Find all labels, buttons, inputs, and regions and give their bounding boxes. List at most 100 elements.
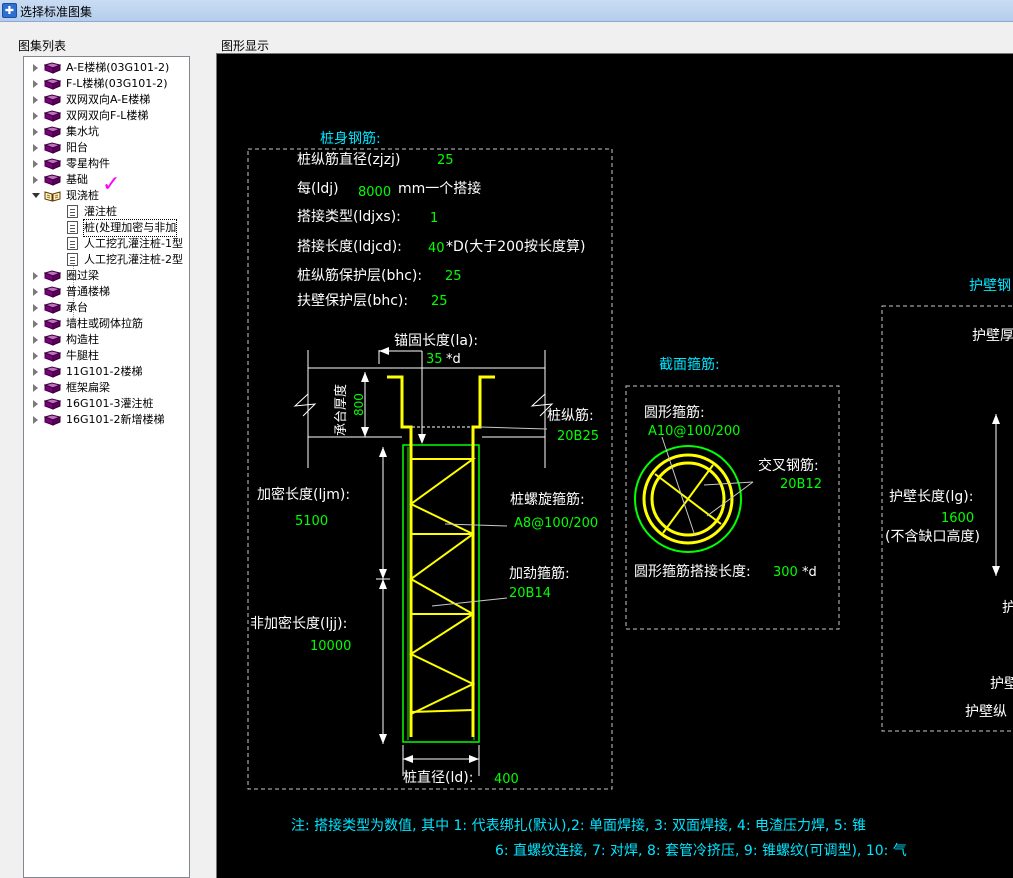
tree-item-ae-stair[interactable]: A-E楼梯(03G101-2) [24,60,189,76]
tree-item-ring-beam[interactable]: 圈过梁 [24,268,189,284]
section-title: 截面箍筋: [659,356,720,373]
ldjcd-label: 搭接长度(ldjcd): [297,238,402,255]
tree-item-misc[interactable]: 零星构件 [24,156,189,172]
ljj-label: 非加密长度(ljj): [250,615,347,632]
expand-arrow-icon[interactable] [33,112,38,120]
tree-item-16g101-stair[interactable]: 16G101-2新增楼梯 [24,412,189,428]
tree-item-label: 双网双向F-L楼梯 [66,109,149,122]
la-value[interactable]: 35 [426,352,443,367]
circle-leader [661,436,696,537]
book-icon [44,94,61,106]
tree-item-double-fl[interactable]: 双网双向F-L楼梯 [24,108,189,124]
tree-item-manual-pile-1[interactable]: 人工挖孔灌注桩-1型 [24,236,189,252]
ldj-suffix: mm一个搭接 [398,180,481,197]
fbbhc-label: 扶壁保护层(bhc): [297,293,408,309]
tree-item-corbel-column[interactable]: 牛腿柱 [24,348,189,364]
tree-item-label: 16G101-3灌注桩 [66,397,154,410]
tree-item-label-selected: 桩(处理加密与非加 [82,219,178,237]
expand-arrow-icon[interactable] [33,288,38,296]
ldj-value[interactable]: 8000 [358,185,391,200]
book-icon [44,126,61,138]
tree-item-label: 11G101-2楼梯 [66,365,143,378]
tree-item-fl-stair[interactable]: F-L楼梯(03G101-2) [24,76,189,92]
longitudinal-bar-right [471,375,495,737]
expand-arrow-icon[interactable] [33,400,38,408]
tree-item-sump[interactable]: 集水坑 [24,124,189,140]
arrow-up-icon [361,372,369,382]
long-bar-value[interactable]: 20B25 [557,429,599,444]
tree-item-constructional-column[interactable]: 构造柱 [24,332,189,348]
bhc-value[interactable]: 25 [445,269,462,284]
spiral-value[interactable]: A8@100/200 [514,516,598,531]
expand-arrow-icon[interactable] [33,176,38,184]
cross-label: 交叉钢筋: [758,457,819,474]
expand-arrow-icon[interactable] [33,352,38,360]
tree-item-double-ae[interactable]: 双网双向A-E楼梯 [24,92,189,108]
circle-value[interactable]: A10@100/200 [648,424,740,439]
cap-label: 承台厚度 [333,384,349,436]
pile-outline [402,444,480,743]
overlap-value[interactable]: 300 [773,565,798,580]
title-bar: ✚ 选择标准图集 [0,0,1013,22]
fbbhc-value[interactable]: 25 [431,294,448,309]
expand-arrow-icon[interactable] [33,144,38,152]
tree-item-stair[interactable]: 普通楼梯 [24,284,189,300]
arrow-down-icon [361,427,369,437]
tree-item-wall-tie[interactable]: 墙柱或砌体拉筋 [24,316,189,332]
book-icon [44,414,61,426]
overlap-suffix: *d [802,565,817,580]
tree-item-11g101-stair[interactable]: 11G101-2楼梯 [24,364,189,380]
expand-arrow-icon[interactable] [33,416,38,424]
tree-item-16g101-pile[interactable]: 16G101-3灌注桩 [24,396,189,412]
wall-thick-label: 护壁厚 [972,328,1013,344]
book-icon [44,350,61,362]
graphic-canvas[interactable]: 桩身钢筋: 桩纵筋直径(zjzj) 25 每(ldj) 8000 mm一个搭接 … [216,53,1013,878]
collapse-arrow-icon[interactable] [32,193,40,198]
ldjcd-value[interactable]: 40 [428,241,445,256]
document-icon [67,205,78,218]
tree-item-label: F-L楼梯(03G101-2) [66,77,168,90]
long-bar-leader [479,426,548,430]
cap-value[interactable]: 800 [352,393,366,416]
stiff-value[interactable]: 20B14 [509,586,551,601]
expand-arrow-icon[interactable] [33,80,38,88]
expand-arrow-icon[interactable] [33,272,38,280]
ljm-value[interactable]: 5100 [295,514,328,529]
arrow-down-icon [992,566,1000,576]
expand-arrow-icon[interactable] [33,304,38,312]
tree-item-label: 人工挖孔灌注桩-1型 [84,237,183,250]
pile-title: 桩身钢筋: [320,130,381,147]
atlas-tree[interactable]: A-E楼梯(03G101-2) F-L楼梯(03G101-2) 双网双向A-E楼… [23,56,190,878]
ldjxs-label: 搭接类型(ldjxs): [297,208,401,225]
expand-arrow-icon[interactable] [33,160,38,168]
stiff-label: 加劲箍筋: [509,565,570,582]
cross-value[interactable]: 20B12 [780,477,822,492]
tree-item-label: 双网双向A-E楼梯 [66,93,151,106]
ljj-value[interactable]: 10000 [310,639,351,654]
ld-value[interactable]: 400 [494,772,519,787]
expand-arrow-icon[interactable] [33,64,38,72]
expand-arrow-icon[interactable] [33,384,38,392]
zjzj-value[interactable]: 25 [437,153,454,168]
tree-item-label: 普通楼梯 [66,285,110,298]
wall-length-value[interactable]: 1600 [941,511,974,526]
tree-item-pile-dense[interactable]: 桩(处理加密与非加 [24,219,189,237]
expand-arrow-icon[interactable] [33,128,38,136]
expand-arrow-icon[interactable] [33,368,38,376]
ldjxs-value[interactable]: 1 [430,211,438,226]
tree-item-cap[interactable]: 承台 [24,300,189,316]
tree-item-balcony[interactable]: 阳台 [24,140,189,156]
tree-item-manual-pile-2[interactable]: 人工挖孔灌注桩-2型 [24,252,189,268]
tree-item-bored-pile[interactable]: 灌注桩 [24,204,189,220]
tree-item-label: 牛腿柱 [66,349,99,362]
tree-item-label: 灌注桩 [84,205,117,218]
book-icon [44,158,61,170]
break-symbol-left [293,393,317,417]
expand-arrow-icon[interactable] [33,336,38,344]
atlas-list-label: 图集列表 [18,39,67,53]
bhc-label: 桩纵筋保护层(bhc): [297,267,422,284]
spiral-label: 桩螺旋箍筋: [510,491,585,508]
expand-arrow-icon[interactable] [33,320,38,328]
tree-item-flat-beam[interactable]: 框架扁梁 [24,380,189,396]
expand-arrow-icon[interactable] [33,96,38,104]
